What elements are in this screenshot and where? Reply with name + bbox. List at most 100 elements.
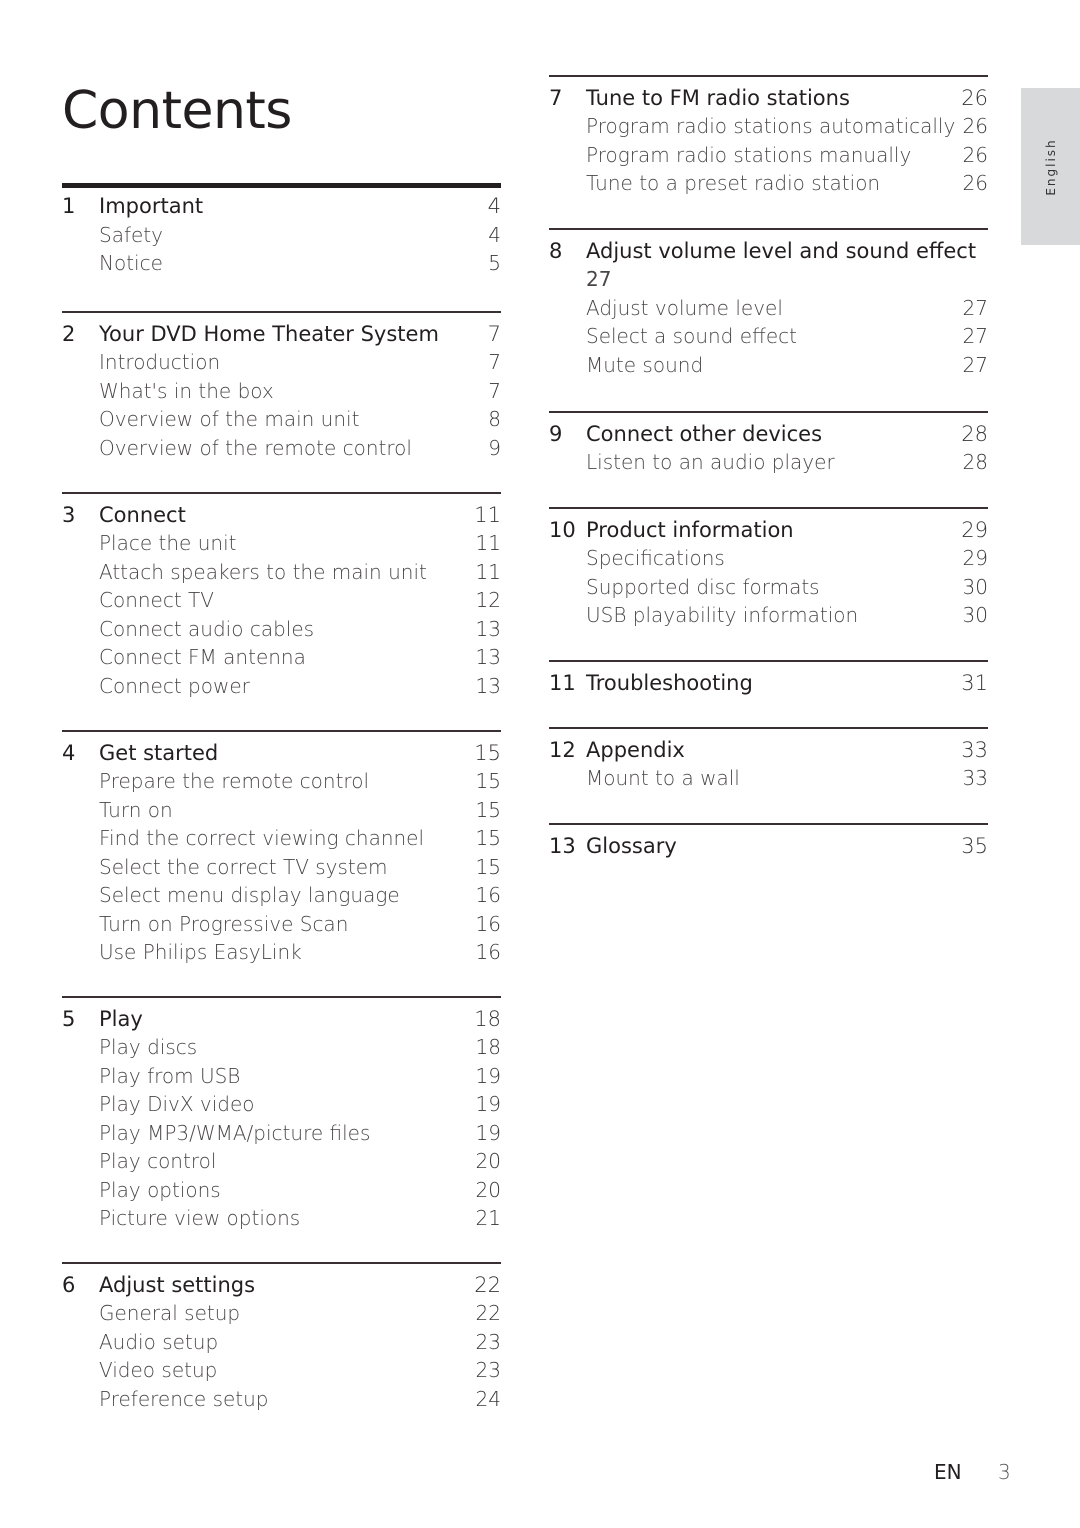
toc-entry[interactable]: Program radio stations manually 26 [549,141,988,170]
entry-page[interactable]: 13 [476,672,501,701]
section-page[interactable]: 22 [474,1271,501,1300]
entry-label[interactable]: Audio setup [99,1328,218,1357]
toc-entry[interactable]: USB playability information 30 [549,601,988,630]
section-page[interactable]: 7 [488,320,501,349]
toc-heading[interactable]: 6 Adjust settings 22 [62,1271,501,1300]
toc-entry[interactable]: Play options 20 [62,1176,501,1205]
toc-entry[interactable]: Connect FM antenna 13 [62,643,501,672]
entry-page[interactable]: 8 [488,405,501,434]
toc-entry[interactable]: Attach speakers to the main unit 11 [62,558,501,587]
entry-page[interactable]: 12 [476,586,501,615]
entry-label[interactable]: Play MP3/WMA/picture files [99,1119,370,1148]
entry-label[interactable]: Prepare the remote control [99,767,369,796]
entry-page[interactable]: 15 [476,824,501,853]
entry-page[interactable]: 11 [476,529,501,558]
toc-entry[interactable]: Select the correct TV system 15 [62,853,501,882]
toc-entry[interactable]: Introduction 7 [62,348,501,377]
entry-label[interactable]: Select menu display language [99,881,400,910]
entry-page[interactable]: 26 [963,169,988,198]
entry-page[interactable]: 9 [488,434,501,463]
toc-heading[interactable]: 12 Appendix 33 [549,736,988,765]
entry-label[interactable]: Specifications [586,544,725,573]
entry-page[interactable]: 16 [476,881,501,910]
toc-entry[interactable]: Play DivX video 19 [62,1090,501,1119]
entry-page[interactable]: 20 [476,1147,501,1176]
entry-label[interactable]: Find the correct viewing channel [99,824,424,853]
section-title[interactable]: Play [99,1005,143,1034]
entry-label[interactable]: Play control [99,1147,216,1176]
section-title[interactable]: Tune to FM radio stations [586,84,850,113]
toc-entry[interactable]: Turn on 15 [62,796,501,825]
entry-label[interactable]: Turn on [99,796,173,825]
section-title[interactable]: Appendix [586,736,685,765]
entry-page[interactable]: 5 [488,249,501,278]
entry-page[interactable]: 13 [476,615,501,644]
entry-page[interactable]: 19 [476,1062,501,1091]
section-title[interactable]: Important [99,192,203,221]
section-title[interactable]: Adjust settings [99,1271,255,1300]
toc-entry[interactable]: Program radio stations automatically 26 [549,112,988,141]
entry-label[interactable]: Play DivX video [99,1090,255,1119]
toc-entry[interactable]: Find the correct viewing channel 15 [62,824,501,853]
entry-label[interactable]: Notice [99,249,163,278]
entry-page[interactable]: 26 [963,112,988,141]
section-page[interactable]: 15 [474,739,501,768]
entry-page[interactable]: 15 [476,796,501,825]
section-page[interactable]: 18 [474,1005,501,1034]
section-page[interactable]: 29 [961,516,988,545]
entry-page[interactable]: 19 [476,1119,501,1148]
entry-page[interactable]: 7 [488,348,501,377]
section-title[interactable]: Adjust volume level and sound effect [586,237,976,266]
toc-entry[interactable]: Mute sound 27 [549,351,988,380]
entry-page[interactable]: 15 [476,767,501,796]
section-title[interactable]: Get started [99,739,218,768]
toc-entry[interactable]: Supported disc formats 30 [549,573,988,602]
toc-entry[interactable]: Play control 20 [62,1147,501,1176]
entry-page[interactable]: 30 [963,601,988,630]
section-title[interactable]: Connect other devices [586,420,822,449]
entry-label[interactable]: Turn on Progressive Scan [99,910,348,939]
toc-heading[interactable]: 5 Play 18 [62,1005,501,1034]
toc-entry[interactable]: Connect power 13 [62,672,501,701]
toc-entry[interactable]: Picture view options 21 [62,1204,501,1233]
entry-page[interactable]: 23 [476,1328,501,1357]
entry-label[interactable]: Supported disc formats [586,573,820,602]
toc-heading[interactable]: 1 Important 4 [62,192,501,221]
entry-label[interactable]: Program radio stations automatically [586,112,955,141]
entry-label[interactable]: Listen to an audio player [586,448,835,477]
toc-heading[interactable]: 10 Product information 29 [549,516,988,545]
section-title[interactable]: Product information [586,516,794,545]
entry-page[interactable]: 28 [963,448,988,477]
entry-label[interactable]: Connect audio cables [99,615,314,644]
section-title[interactable]: Connect [99,501,186,530]
entry-label[interactable]: Tune to a preset radio station [586,169,880,198]
entry-label[interactable]: Safety [99,221,163,250]
section-page[interactable]: 33 [961,736,988,765]
section-page[interactable]: 27 [586,265,611,294]
toc-entry[interactable]: Specifications 29 [549,544,988,573]
entry-label[interactable]: Connect FM antenna [99,643,306,672]
toc-heading[interactable]: 2 Your DVD Home Theater System 7 [62,320,501,349]
entry-page[interactable]: 21 [476,1204,501,1233]
toc-entry[interactable]: Overview of the remote control 9 [62,434,501,463]
toc-entry[interactable]: Prepare the remote control 15 [62,767,501,796]
section-title[interactable]: Glossary [586,832,677,861]
section-title[interactable]: Troubleshooting [586,669,753,698]
entry-label[interactable]: Attach speakers to the main unit [99,558,427,587]
toc-entry[interactable]: Adjust volume level 27 [549,294,988,323]
entry-page[interactable]: 13 [476,643,501,672]
toc-entry[interactable]: Place the unit 11 [62,529,501,558]
entry-page[interactable]: 15 [476,853,501,882]
toc-entry[interactable]: Connect audio cables 13 [62,615,501,644]
entry-page[interactable]: 24 [476,1385,501,1414]
entry-label[interactable]: Select a sound effect [586,322,797,351]
toc-entry[interactable]: Play from USB 19 [62,1062,501,1091]
toc-heading[interactable]: 9 Connect other devices 28 [549,420,988,449]
section-title[interactable]: Your DVD Home Theater System [99,320,439,349]
entry-label[interactable]: Introduction [99,348,220,377]
entry-page[interactable]: 27 [963,351,988,380]
entry-page[interactable]: 33 [963,764,988,793]
entry-label[interactable]: General setup [99,1299,240,1328]
entry-label[interactable]: Play discs [99,1033,197,1062]
entry-page[interactable]: 4 [488,221,501,250]
